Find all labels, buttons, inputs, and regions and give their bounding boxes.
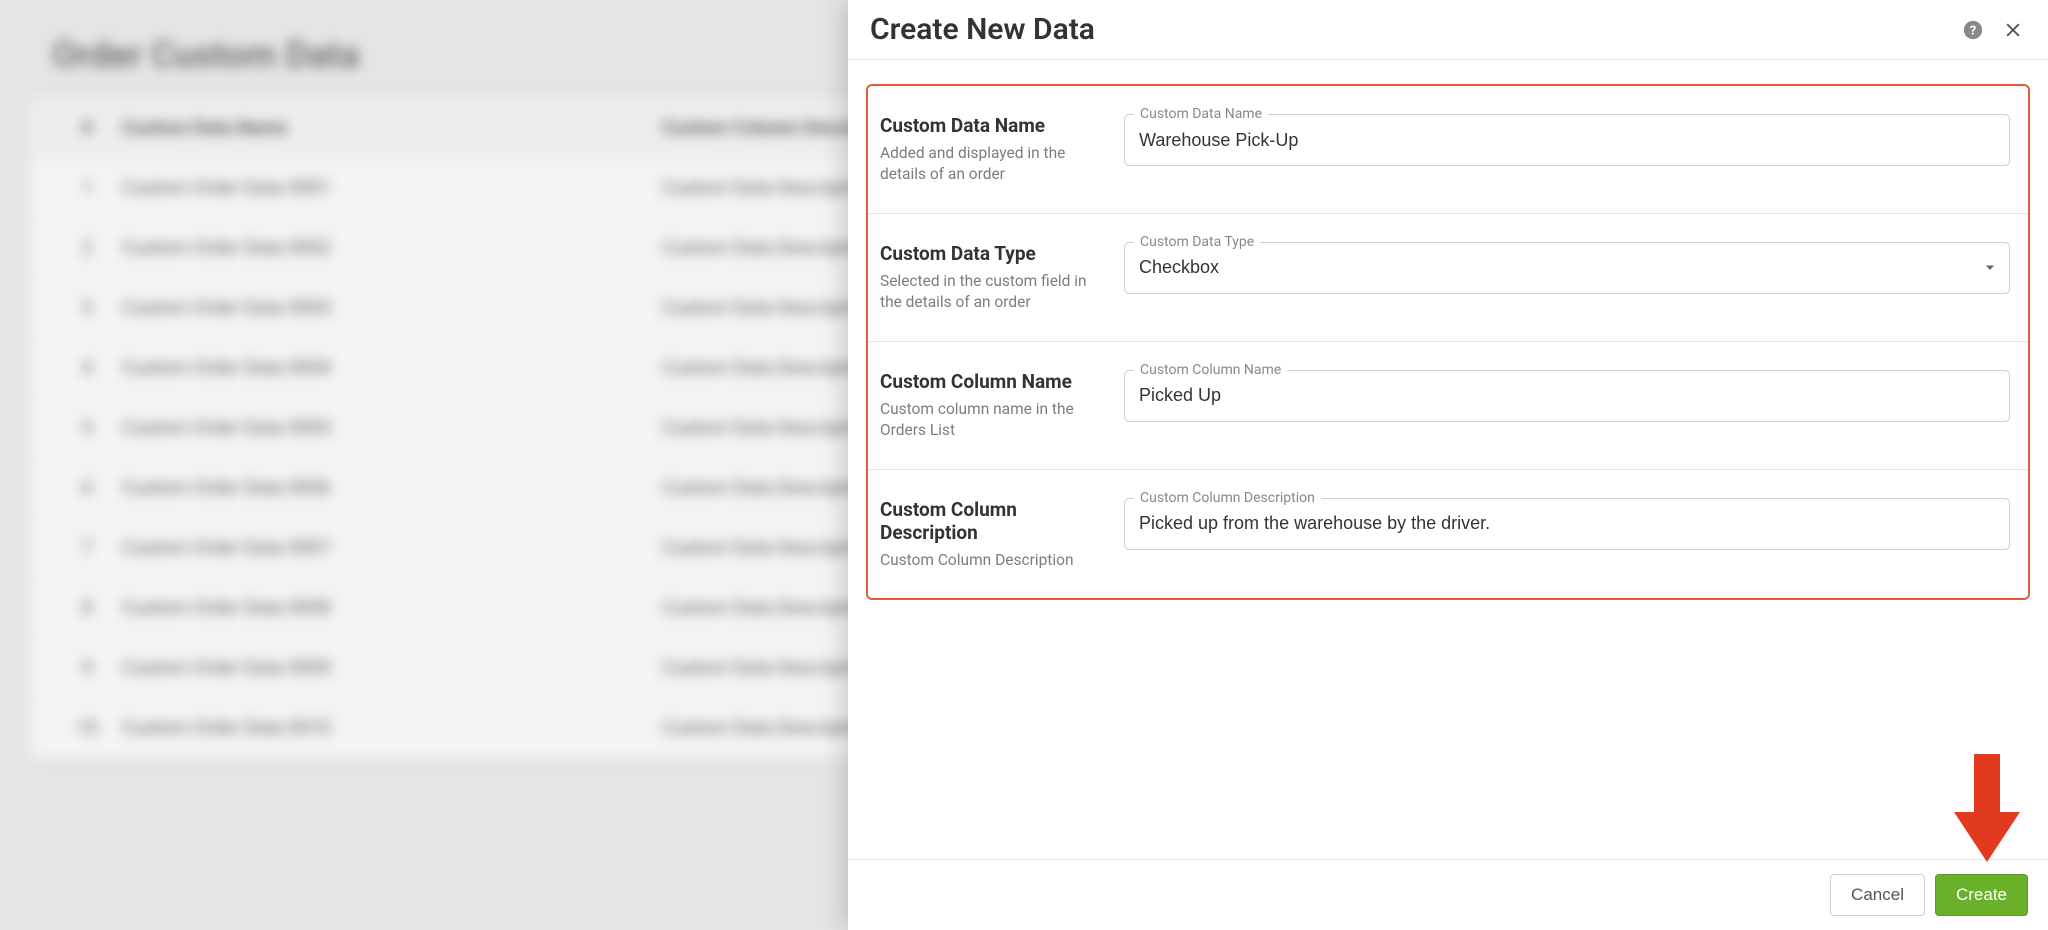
drawer-title: Create New Data — [870, 12, 1946, 47]
form-highlight: Custom Data Name Added and displayed in … — [866, 84, 2030, 600]
create-button[interactable]: Create — [1935, 874, 2028, 916]
section-title: Custom Data Name — [880, 114, 1104, 137]
create-drawer: Create New Data ? Custom Data Name Added… — [848, 0, 2048, 930]
section-desc: Custom Column Description — [880, 550, 1104, 571]
close-icon[interactable] — [2000, 17, 2026, 43]
section-colname: Custom Column Name Custom column name in… — [868, 342, 2028, 470]
section-desc: Selected in the custom field in the deta… — [880, 271, 1104, 313]
field-label: Custom Data Name — [1134, 106, 1268, 122]
drawer-header: Create New Data ? — [848, 0, 2048, 60]
section-desc: Added and displayed in the details of an… — [880, 143, 1104, 185]
section-title: Custom Column Name — [880, 370, 1104, 393]
section-name: Custom Data Name Added and displayed in … — [868, 86, 2028, 214]
field-label: Custom Data Type — [1134, 234, 1260, 250]
svg-text:?: ? — [1970, 23, 1976, 38]
section-title: Custom Data Type — [880, 242, 1104, 265]
drawer-footer: Cancel Create — [848, 859, 2048, 930]
section-coldesc: Custom Column Description Custom Column … — [868, 470, 2028, 599]
section-title: Custom Column Description — [880, 498, 1104, 544]
field-label: Custom Column Name — [1134, 362, 1287, 378]
drawer-body: Custom Data Name Added and displayed in … — [848, 60, 2048, 859]
field-label: Custom Column Description — [1134, 490, 1321, 506]
section-type: Custom Data Type Selected in the custom … — [868, 214, 2028, 342]
section-desc: Custom column name in the Orders List — [880, 399, 1104, 441]
cancel-button[interactable]: Cancel — [1830, 874, 1925, 916]
help-icon[interactable]: ? — [1960, 17, 1986, 43]
